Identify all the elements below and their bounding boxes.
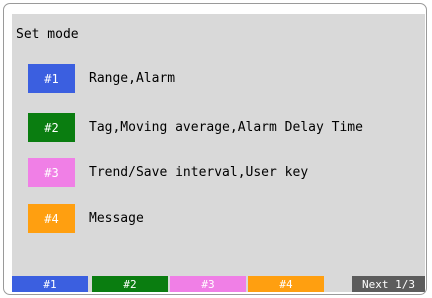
mode-label-2: Tag,Moving average,Alarm Delay Time [89, 120, 363, 135]
mode-option-3[interactable]: #3 Trend/Save interval,User key [28, 158, 308, 187]
mode-label-1: Range,Alarm [89, 71, 176, 86]
mode-option-4[interactable]: #4 Message [28, 204, 144, 233]
next-page-softkey[interactable]: Next 1/3 [352, 276, 425, 292]
mode-key-1[interactable]: #1 [28, 64, 75, 93]
mode-label-3: Trend/Save interval,User key [89, 165, 309, 180]
screen-title: Set mode [16, 27, 79, 42]
mode-key-4[interactable]: #4 [28, 204, 75, 233]
softkey-2[interactable]: #2 [92, 276, 168, 292]
mode-label-4: Message [89, 211, 144, 226]
softkey-3[interactable]: #3 [170, 276, 246, 292]
set-mode-screen: Set mode #1 Range,Alarm #2 Tag,Moving av… [12, 14, 425, 292]
softkey-4[interactable]: #4 [248, 276, 324, 292]
mode-key-3[interactable]: #3 [28, 158, 75, 187]
mode-option-1[interactable]: #1 Range,Alarm [28, 64, 175, 93]
mode-option-2[interactable]: #2 Tag,Moving average,Alarm Delay Time [28, 113, 363, 142]
softkey-bar: #1 #2 #3 #4 Next 1/3 [12, 276, 425, 292]
softkey-1[interactable]: #1 [12, 276, 88, 292]
device-frame: Set mode #1 Range,Alarm #2 Tag,Moving av… [3, 3, 427, 295]
mode-key-2[interactable]: #2 [28, 113, 75, 142]
